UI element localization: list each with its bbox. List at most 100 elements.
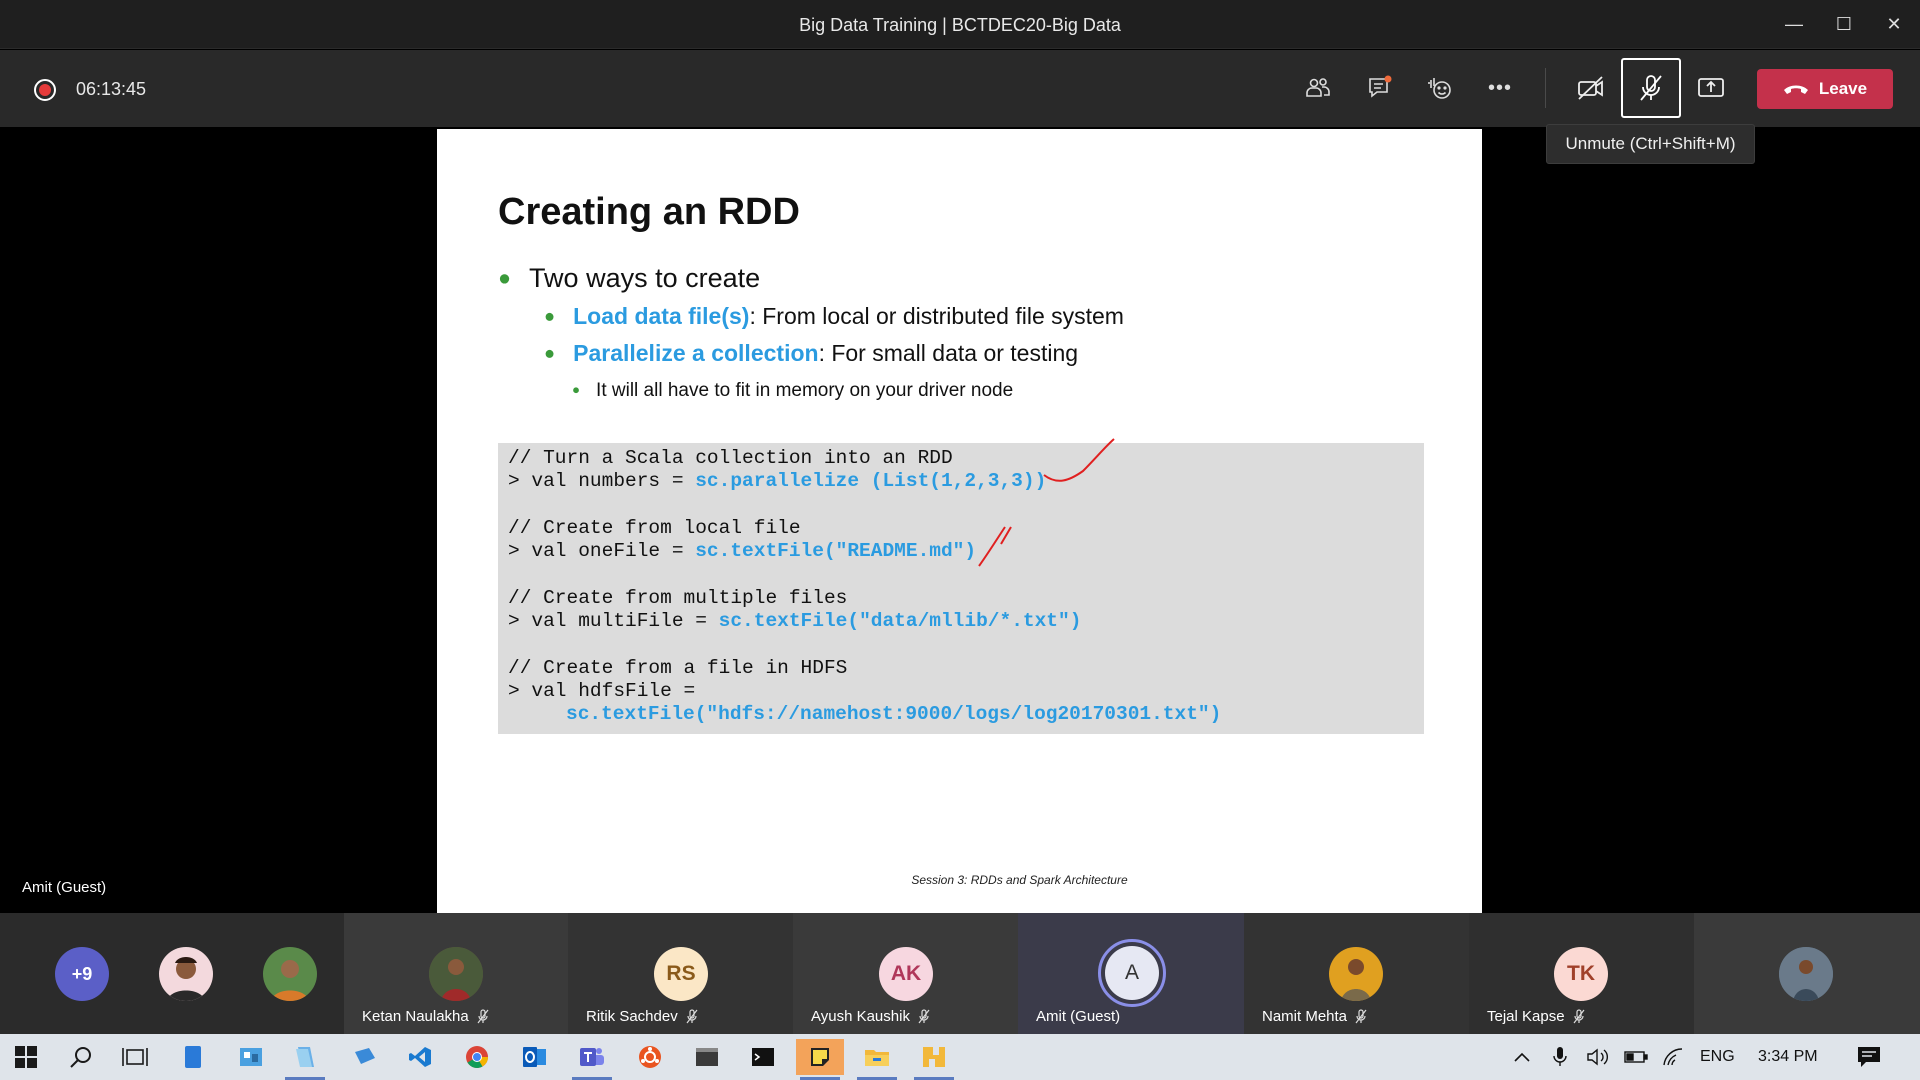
participant-name: Namit Mehta xyxy=(1262,1008,1367,1025)
taskbar-app[interactable] xyxy=(683,1039,731,1075)
participant-tile[interactable]: TK Tejal Kapse xyxy=(1469,913,1694,1034)
bullet-text: It will all have to fit in memory on you… xyxy=(596,380,1014,401)
bullet-text: Two ways to create xyxy=(529,263,761,293)
notification-icon xyxy=(1858,1047,1880,1067)
camera-toggle-button[interactable] xyxy=(1563,60,1619,116)
mic-muted-icon xyxy=(918,1009,930,1024)
title-bar: Big Data Training | BCTDEC20-Big Data — … xyxy=(0,0,1920,49)
code-highlight: sc.parallelize (List(1,2,3,3)) xyxy=(695,470,1047,493)
participant-tile[interactable]: A Amit (Guest) xyxy=(1018,913,1244,1034)
unmute-tooltip: Unmute (Ctrl+Shift+M) xyxy=(1546,124,1755,164)
participant-name: Tejal Kapse xyxy=(1487,1008,1585,1025)
chevron-up-icon xyxy=(1514,1052,1530,1062)
taskbar-app[interactable] xyxy=(453,1039,501,1075)
chat-button[interactable] xyxy=(1352,60,1408,116)
search-icon xyxy=(70,1047,91,1068)
bullet-highlight: Load data file(s) xyxy=(573,303,750,329)
code-line: // Turn a Scala collection into an RDD xyxy=(508,447,953,469)
taskbar-app[interactable] xyxy=(281,1039,329,1080)
avatar xyxy=(1329,947,1383,1001)
person-photo-icon xyxy=(167,957,205,1001)
taskbar-app[interactable] xyxy=(796,1039,844,1080)
search-button[interactable] xyxy=(57,1039,105,1075)
presenter-name: Amit (Guest) xyxy=(22,879,107,896)
participant-tile[interactable] xyxy=(1694,913,1920,1034)
code-line: > val numbers = sc.parallelize (List(1,2… xyxy=(508,470,1414,493)
participant-name-text: Ritik Sachdev xyxy=(586,1008,678,1025)
outlook-icon xyxy=(523,1047,546,1067)
mic-muted-icon xyxy=(477,1009,489,1024)
participant-tile[interactable]: Ketan Naulakha xyxy=(344,913,568,1034)
clock[interactable]: 3:34 PM xyxy=(1758,1034,1818,1080)
maximize-button[interactable]: ☐ xyxy=(1824,8,1864,40)
recording-icon xyxy=(34,79,56,101)
avatar: A xyxy=(1105,946,1159,1000)
avatar: AK xyxy=(879,947,933,1001)
participant-strip: +9 Ketan Naulakha RS Ritik Sachdev AK Ay… xyxy=(0,913,1920,1034)
slide-bullet: ● Two ways to create xyxy=(498,263,760,294)
microphone-icon xyxy=(1553,1047,1567,1066)
minimize-button[interactable]: — xyxy=(1774,8,1814,40)
close-button[interactable]: ✕ xyxy=(1874,8,1914,40)
language-indicator[interactable]: ENG xyxy=(1700,1034,1735,1080)
control-panel-icon xyxy=(240,1048,262,1066)
code-highlight: sc.textFile("data/mllib/*.txt") xyxy=(718,610,1082,633)
share-screen-button[interactable] xyxy=(1683,60,1739,116)
file-explorer-icon xyxy=(865,1050,889,1066)
bullet-text: : From local or distributed file system xyxy=(749,303,1124,329)
network-button[interactable] xyxy=(1662,1034,1684,1080)
sticky-notes-icon xyxy=(811,1048,829,1066)
participants-icon xyxy=(1306,78,1330,97)
avatar[interactable] xyxy=(263,947,317,1001)
raise-hand-button[interactable] xyxy=(1412,60,1468,116)
volume-button[interactable] xyxy=(1586,1034,1610,1080)
taskbar-app[interactable] xyxy=(739,1039,787,1075)
taskbar-app[interactable] xyxy=(341,1039,389,1075)
code-line: // Create from local file xyxy=(508,516,801,539)
code-text: > val multiFile = xyxy=(508,610,719,633)
remote-icon xyxy=(355,1048,375,1064)
participant-tile[interactable]: RS Ritik Sachdev xyxy=(568,913,793,1034)
leave-button[interactable]: Leave xyxy=(1757,69,1893,109)
code-line: // Create from a file in HDFS xyxy=(508,656,848,679)
more-options-button[interactable]: ••• xyxy=(1472,60,1528,116)
terminal-icon xyxy=(696,1048,718,1066)
person-photo-icon xyxy=(1341,959,1371,1001)
slide-title: Creating an RDD xyxy=(498,191,800,233)
shared-slide: Creating an RDD ● Two ways to create ● Loa… xyxy=(437,129,1482,913)
show-hidden-icons-button[interactable] xyxy=(1513,1034,1531,1080)
bullet-dot: ● xyxy=(498,265,512,290)
code-line: sc.textFile("hdfs://namehost:9000/logs/l… xyxy=(508,703,1414,726)
start-button[interactable] xyxy=(2,1039,50,1075)
participant-name-text: Ayush Kaushik xyxy=(811,1008,910,1025)
battery-button[interactable] xyxy=(1624,1034,1648,1080)
avatar[interactable] xyxy=(159,947,213,1001)
windows-logo-icon xyxy=(15,1046,37,1068)
taskbar-app[interactable] xyxy=(910,1039,958,1080)
participant-name: Ritik Sachdev xyxy=(586,1008,698,1025)
meeting-timer: 06:13:45 xyxy=(76,79,147,99)
taskbar-app[interactable] xyxy=(511,1039,559,1075)
task-view-icon xyxy=(122,1048,148,1066)
taskbar-app[interactable] xyxy=(396,1039,444,1075)
participant-name-text: Ketan Naulakha xyxy=(362,1008,469,1025)
participants-button[interactable] xyxy=(1290,60,1346,116)
reactions-icon xyxy=(1428,78,1451,99)
taskbar-app[interactable] xyxy=(227,1039,275,1075)
action-center-button[interactable] xyxy=(1857,1034,1881,1080)
mic-toggle-button[interactable] xyxy=(1621,58,1681,118)
code-highlight: sc.textFile("hdfs://namehost:9000/logs/l… xyxy=(566,703,1222,726)
taskbar-app[interactable] xyxy=(626,1039,674,1075)
taskbar-app[interactable] xyxy=(568,1039,616,1080)
participant-tile[interactable]: Namit Mehta xyxy=(1244,913,1469,1034)
taskbar-app[interactable] xyxy=(169,1039,217,1075)
wifi-icon xyxy=(1663,1048,1683,1066)
participant-tile[interactable]: AK Ayush Kaushik xyxy=(793,913,1018,1034)
task-view-button[interactable] xyxy=(111,1039,159,1075)
overflow-participants-button[interactable]: +9 xyxy=(55,947,109,1001)
taskbar-app[interactable] xyxy=(853,1039,901,1080)
microphone-tray-icon[interactable] xyxy=(1553,1034,1567,1080)
person-photo-icon xyxy=(1779,947,1833,1001)
